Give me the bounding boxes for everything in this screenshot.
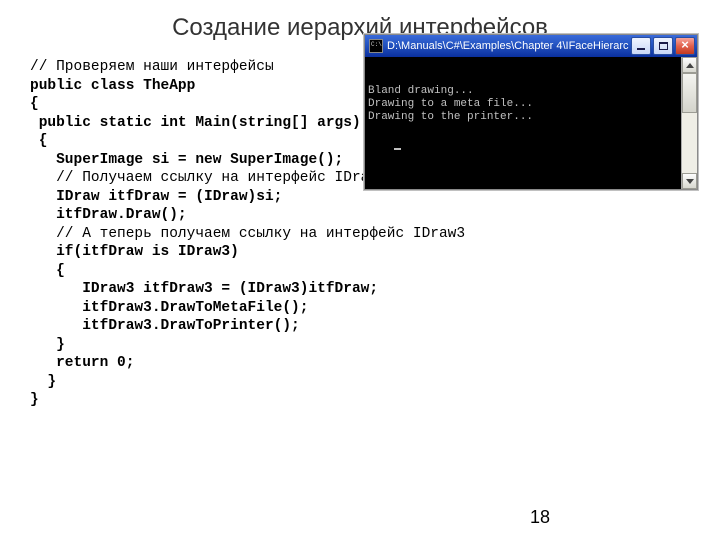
arrow-up-icon [686,63,694,68]
minimize-button[interactable] [631,37,651,55]
code-line: IDraw3 itfDraw3 = (IDraw3)itfDraw; [30,280,465,299]
code-line: itfDraw3.DrawToPrinter(); [30,317,465,336]
scrollbar[interactable] [681,57,697,189]
window-titlebar[interactable]: D:\Manuals\C#\Examples\Chapter 4\IFaceHi… [365,35,697,57]
code-line: // А теперь получаем ссылку на интерфейс… [30,225,465,244]
scroll-up-button[interactable] [682,57,697,73]
code-line: { [30,262,465,281]
scroll-down-button[interactable] [682,173,697,189]
cursor [394,148,401,150]
window-title-text: D:\Manuals\C#\Examples\Chapter 4\IFaceHi… [387,40,629,52]
close-icon [681,41,689,52]
code-line: } [30,391,465,410]
maximize-button[interactable] [653,37,673,55]
console-output: Bland drawing... Drawing to a meta file.… [368,85,694,124]
code-line: IDraw itfDraw = (IDraw)si; [30,188,465,207]
code-line: itfDraw.Draw(); [30,206,465,225]
code-line: if(itfDraw is IDraw3) [30,243,465,262]
close-button[interactable] [675,37,695,55]
code-line: } [30,373,465,392]
arrow-down-icon [686,179,694,184]
scroll-track[interactable] [682,113,697,173]
cmd-icon [369,39,383,53]
code-line: } [30,336,465,355]
code-line: itfDraw3.DrawToMetaFile(); [30,299,465,318]
code-line: return 0; [30,354,465,373]
console-window: D:\Manuals\C#\Examples\Chapter 4\IFaceHi… [364,34,698,190]
scroll-thumb[interactable] [682,73,697,113]
console-body: Bland drawing... Drawing to a meta file.… [365,57,697,189]
page-number: 18 [530,507,550,528]
